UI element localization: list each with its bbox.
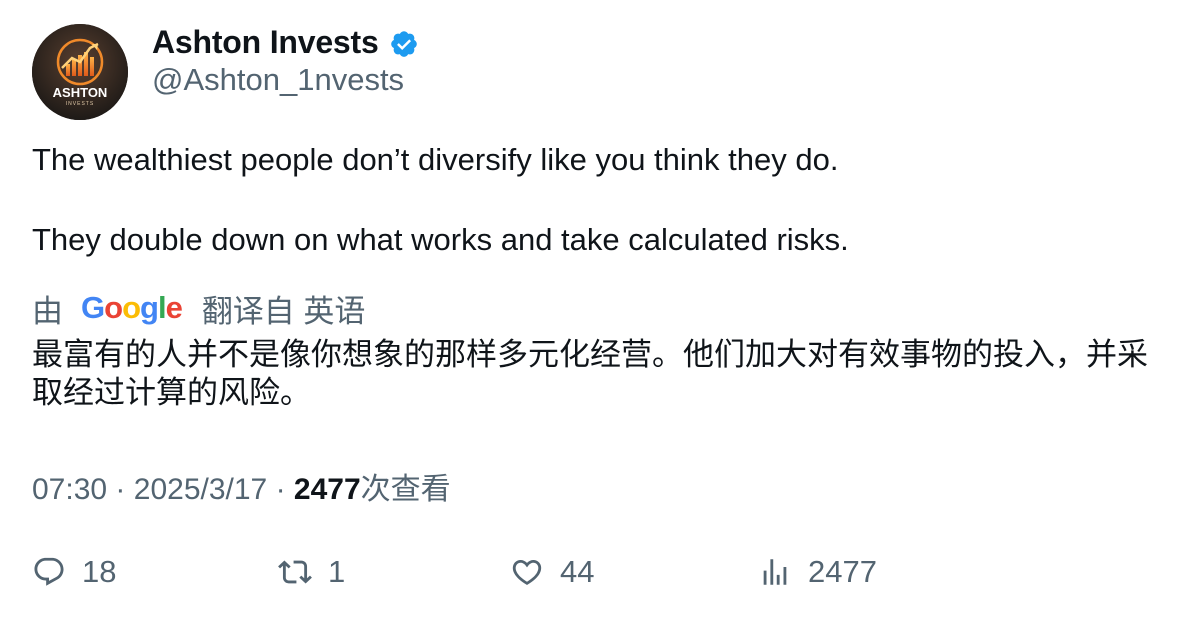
tweet-actions: 18 1 44 2477 [32, 548, 1162, 596]
translated-text: 最富有的人并不是像你想象的那样多元化经营。他们加大对有效事物的投入，并采取经过计… [32, 337, 1148, 410]
google-logo: Google [81, 290, 183, 325]
like-button[interactable]: 44 [510, 548, 594, 596]
like-count: 44 [560, 554, 595, 589]
views-action-count: 2477 [808, 554, 877, 589]
verified-badge-icon[interactable] [389, 29, 419, 59]
translated-from-label[interactable]: 翻译自 英语 [202, 286, 366, 331]
tweet-text: The wealthiest people don’t diversify li… [32, 140, 1162, 260]
reply-icon [34, 557, 64, 586]
views-button[interactable]: 2477 [758, 548, 877, 596]
author-name-row: Ashton Invests [152, 22, 419, 62]
views-label: 次查看 [360, 473, 451, 506]
tweet-paragraph: The wealthiest people don’t diversify li… [32, 142, 839, 177]
views-count: 2477 [293, 473, 361, 506]
avatar[interactable]: ASHTON INVESTS [32, 24, 128, 120]
tweet-paragraph: They double down on what works and take … [32, 222, 849, 257]
analytics-icon [763, 559, 787, 585]
reply-count: 18 [82, 554, 117, 589]
reply-button[interactable]: 18 [32, 548, 116, 596]
display-name[interactable]: Ashton Invests [152, 24, 379, 61]
heart-icon [512, 559, 542, 585]
tweet-date[interactable]: 2025/3/17 [134, 473, 267, 506]
tweet-meta: 07:30 · 2025/3/17 · 2477次查看 [32, 464, 451, 508]
translation-attribution: 由 Google 翻译自 英语 [32, 286, 365, 330]
tweet-time[interactable]: 07:30 [32, 473, 107, 506]
avatar-text: ASHTON [53, 85, 108, 100]
avatar-subtext: INVESTS [66, 101, 94, 107]
meta-separator: · [275, 473, 286, 506]
retweet-icon [278, 560, 312, 584]
retweet-button[interactable]: 1 [278, 548, 345, 596]
avatar-logo-image: ASHTON INVESTS [32, 24, 128, 120]
translated-by-label: 由 [32, 293, 63, 329]
author-handle[interactable]: @Ashton_1nvests [152, 62, 404, 98]
meta-separator: · [115, 473, 126, 506]
retweet-count: 1 [328, 554, 346, 589]
